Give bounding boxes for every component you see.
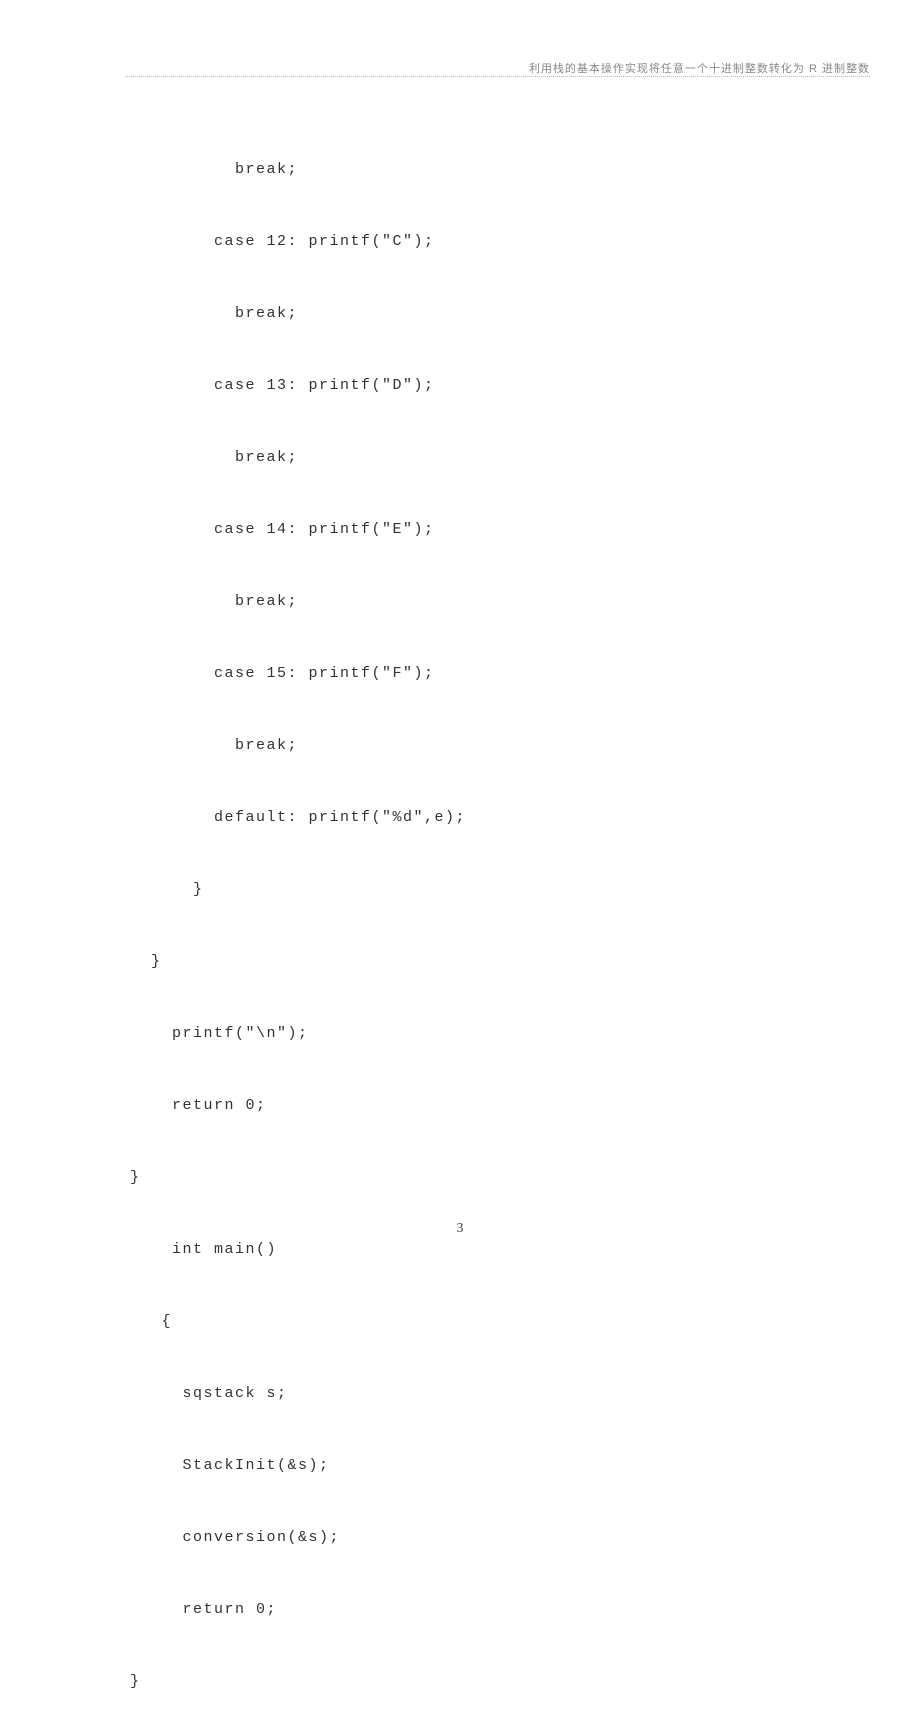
- page-header-title: 利用栈的基本操作实现将任意一个十进制整数转化为 R 进制整数: [529, 60, 870, 76]
- code-block: break; case 12: printf("C"); break; case…: [130, 110, 466, 1718]
- code-line: default: printf("%d",e);: [130, 806, 466, 830]
- code-line: }: [130, 878, 466, 902]
- page-number: 3: [0, 1221, 920, 1237]
- code-line: printf("\n");: [130, 1022, 466, 1046]
- code-line: }: [130, 950, 466, 974]
- code-line: {: [130, 1310, 466, 1334]
- code-line: break;: [130, 734, 466, 758]
- code-line: break;: [130, 302, 466, 326]
- code-line: int main(): [130, 1238, 466, 1262]
- code-line: case 15: printf("F");: [130, 662, 466, 686]
- code-line: sqstack s;: [130, 1382, 466, 1406]
- code-line: return 0;: [130, 1598, 466, 1622]
- code-line: StackInit(&s);: [130, 1454, 466, 1478]
- code-line: conversion(&s);: [130, 1526, 466, 1550]
- code-line: break;: [130, 446, 466, 470]
- code-line: }: [130, 1670, 466, 1694]
- code-line: case 13: printf("D");: [130, 374, 466, 398]
- code-line: return 0;: [130, 1094, 466, 1118]
- code-line: break;: [130, 590, 466, 614]
- code-line: case 12: printf("C");: [130, 230, 466, 254]
- header-divider: [125, 76, 870, 77]
- code-line: }: [130, 1166, 466, 1190]
- code-line: case 14: printf("E");: [130, 518, 466, 542]
- code-line: break;: [130, 158, 466, 182]
